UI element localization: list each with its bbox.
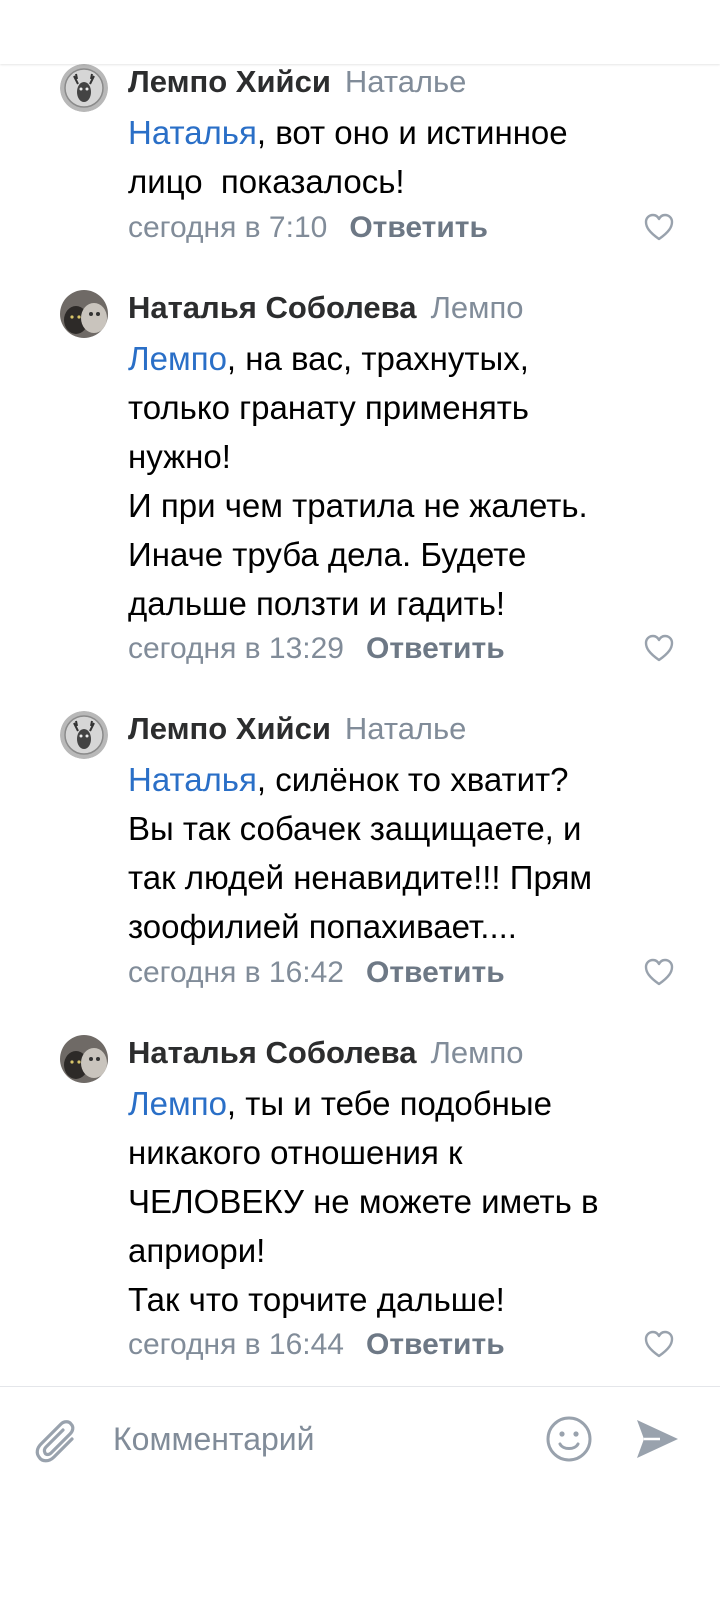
comment-meta: сегодня в 7:10 Ответить — [128, 208, 488, 248]
reply-button[interactable]: Ответить — [366, 632, 505, 665]
comment-time: сегодня в 13:29 — [128, 632, 344, 665]
comment-header: Лемпо Хийси Натальe — [128, 64, 466, 100]
author-name[interactable]: Лемпо Хийси — [128, 711, 331, 746]
heart-icon[interactable] — [643, 957, 675, 987]
author-avatar[interactable] — [60, 64, 108, 112]
comment-text: Лемпо, на вас, трахнутых, только гранату… — [128, 334, 688, 628]
comment-header: Наталья Соболева Лемпо — [128, 290, 524, 326]
reply-to-name[interactable]: Натальe — [345, 711, 467, 746]
comment-time: сегодня в 16:42 — [128, 956, 344, 989]
reply-to-name[interactable]: Натальe — [345, 64, 467, 99]
heart-icon[interactable] — [643, 212, 675, 242]
heart-icon[interactable] — [643, 1329, 675, 1359]
deer-avatar-icon — [60, 64, 108, 112]
comment-header: Наталья Соболева Лемпо — [128, 1035, 524, 1071]
reply-button[interactable]: Ответить — [349, 211, 488, 244]
comment-body: , на вас, трахнутых, только гранату прим… — [128, 340, 588, 622]
reply-button[interactable]: Ответить — [366, 956, 505, 989]
comment-composer — [0, 1386, 720, 1601]
comment-meta: сегодня в 16:42 Ответить — [128, 953, 505, 993]
comment-time: сегодня в 7:10 — [128, 211, 328, 244]
smiley-icon[interactable] — [545, 1415, 593, 1463]
author-name[interactable]: Наталья Соболева — [128, 1035, 417, 1070]
comment-header: Лемпо Хийси Натальe — [128, 711, 466, 747]
mention-link[interactable]: Лемпо — [128, 340, 227, 377]
heart-icon[interactable] — [643, 633, 675, 663]
author-avatar[interactable] — [60, 1035, 108, 1083]
mention-link[interactable]: Наталья — [128, 114, 257, 151]
send-arrow-icon[interactable] — [634, 1417, 680, 1461]
comment-meta: сегодня в 16:44 Ответить — [128, 1325, 505, 1365]
author-name[interactable]: Лемпо Хийси — [128, 64, 331, 99]
cats-avatar-icon — [60, 1035, 108, 1083]
comment-text: Лемпо, ты и тебе подобные никакого отнош… — [128, 1079, 688, 1324]
reply-to-name[interactable]: Лемпо — [431, 290, 524, 325]
top-bar — [0, 0, 720, 64]
comment-time: сегодня в 16:44 — [128, 1328, 344, 1361]
reply-to-name[interactable]: Лемпо — [431, 1035, 524, 1070]
author-avatar[interactable] — [60, 290, 108, 338]
comment-meta: сегодня в 13:29 Ответить — [128, 629, 505, 669]
author-avatar[interactable] — [60, 711, 108, 759]
paperclip-icon[interactable] — [34, 1417, 82, 1469]
reply-button[interactable]: Ответить — [366, 1328, 505, 1361]
comment-input[interactable] — [113, 1417, 513, 1461]
mention-link[interactable]: Наталья — [128, 761, 257, 798]
comment-text: Наталья, силёнок то хватит? Вы так собач… — [128, 755, 688, 951]
deer-avatar-icon — [60, 711, 108, 759]
mention-link[interactable]: Лемпо — [128, 1085, 227, 1122]
author-name[interactable]: Наталья Соболева — [128, 290, 417, 325]
cats-avatar-icon — [60, 290, 108, 338]
comment-text: Наталья, вот оно и истинное лицо показал… — [128, 108, 688, 206]
